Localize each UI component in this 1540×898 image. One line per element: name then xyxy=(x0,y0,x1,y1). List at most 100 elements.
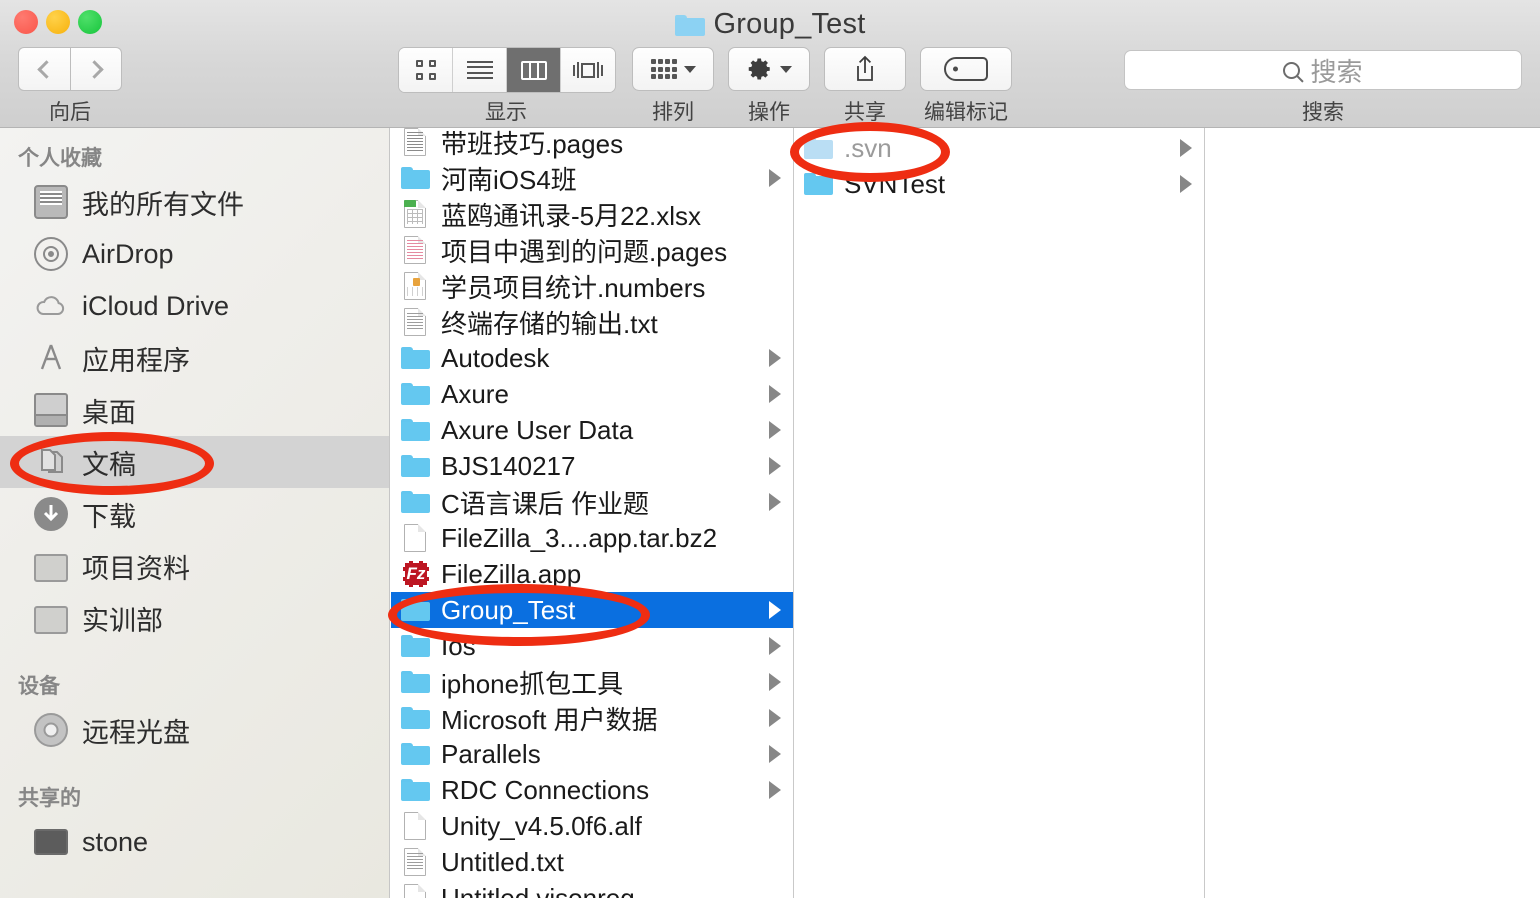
list-view-button[interactable] xyxy=(453,48,507,92)
sidebar-item-label: 桌面 xyxy=(82,397,136,428)
file-row[interactable]: 学员项目统计.numbers xyxy=(391,268,793,304)
search-input[interactable]: 搜索 xyxy=(1124,50,1522,90)
file-name: Axure xyxy=(441,378,509,409)
edit-tags-button[interactable] xyxy=(920,47,1012,91)
disc-icon xyxy=(34,713,68,747)
file-row[interactable]: Axure xyxy=(391,376,793,412)
file-row[interactable]: Microsoft 用户数据 xyxy=(391,700,793,736)
file-row[interactable]: SVNTest xyxy=(794,166,1204,202)
file-row[interactable]: Unity_v4.5.0f6.alf xyxy=(391,808,793,844)
column-group-test[interactable]: .svn SVNTest xyxy=(794,128,1205,898)
file-row[interactable]: Fz FileZilla.app xyxy=(391,556,793,592)
share-icon xyxy=(853,55,877,83)
sidebar-item-stone[interactable]: stone xyxy=(0,816,389,868)
downloads-icon xyxy=(34,497,68,531)
file-row[interactable]: BJS140217 xyxy=(391,448,793,484)
sidebar-item-desktop[interactable]: 桌面 xyxy=(0,384,389,436)
file-row[interactable]: Autodesk xyxy=(391,340,793,376)
search-icon xyxy=(1283,61,1301,79)
folder-icon xyxy=(400,702,432,734)
sidebar[interactable]: 个人收藏 我的所有文件 AirDrop iCloud Drive 应用程序 桌面… xyxy=(0,128,390,898)
sidebar-item-training-dept[interactable]: 实训部 xyxy=(0,592,389,644)
tag-icon xyxy=(944,57,988,81)
file-name: SVNTest xyxy=(844,168,946,199)
file-name: 项目中遇到的问题.pages xyxy=(441,236,728,267)
file-row[interactable]: .svn xyxy=(794,130,1204,166)
file-name: 蓝鸥通讯录-5月22.xlsx xyxy=(441,200,702,231)
action-button[interactable] xyxy=(728,47,810,91)
view-mode-segmented-control[interactable] xyxy=(398,47,616,93)
numbers-file-icon xyxy=(400,270,432,302)
file-name: 学员项目统计.numbers xyxy=(441,272,706,303)
folder-icon xyxy=(400,486,432,518)
folder-icon xyxy=(400,378,432,410)
pages-file-icon xyxy=(400,234,432,266)
folder-icon xyxy=(400,450,432,482)
arrange-button[interactable] xyxy=(632,47,714,91)
file-row[interactable]: RDC Connections xyxy=(391,772,793,808)
column-view-button[interactable] xyxy=(507,48,561,92)
forward-button[interactable] xyxy=(70,47,122,91)
file-row-selected[interactable]: Group_Test xyxy=(391,592,793,628)
sidebar-item-documents[interactable]: 文稿 xyxy=(0,436,389,488)
file-name: 带班技巧.pages xyxy=(441,128,624,159)
back-button[interactable] xyxy=(18,47,70,91)
disclosure-arrow-icon xyxy=(769,385,781,403)
spreadsheet-file-icon xyxy=(400,198,432,230)
file-row[interactable]: 带班技巧.pages xyxy=(391,128,793,160)
sidebar-item-airdrop[interactable]: AirDrop xyxy=(0,228,389,280)
column-preview[interactable] xyxy=(1205,128,1540,898)
file-name: Unity_v4.5.0f6.alf xyxy=(441,810,642,841)
airdrop-icon xyxy=(34,237,68,271)
folder-icon xyxy=(803,168,835,200)
file-row[interactable]: 蓝鸥通讯录-5月22.xlsx xyxy=(391,196,793,232)
sidebar-item-remote-disc[interactable]: 远程光盘 xyxy=(0,704,389,756)
share-caption: 共享 xyxy=(844,101,886,124)
file-row[interactable]: 终端存储的输出.txt xyxy=(391,304,793,340)
coverflow-view-button[interactable] xyxy=(561,48,615,92)
file-name: BJS140217 xyxy=(441,450,576,481)
sidebar-item-label: iCloud Drive xyxy=(82,290,230,321)
file-name: Microsoft 用户数据 xyxy=(441,704,658,735)
sidebar-item-icloud-drive[interactable]: iCloud Drive xyxy=(0,280,389,332)
column-documents[interactable]: 带班技巧.pages 河南iOS4班 蓝鸥通讯录-5月22.xlsx 项目中遇到… xyxy=(391,128,794,898)
file-name: RDC Connections xyxy=(441,774,650,805)
file-name: .svn xyxy=(844,132,892,163)
sidebar-item-downloads[interactable]: 下载 xyxy=(0,488,389,540)
share-button[interactable] xyxy=(824,47,906,91)
file-row[interactable]: FileZilla_3....app.tar.bz2 xyxy=(391,520,793,556)
gear-icon xyxy=(747,56,773,82)
icon-view-button[interactable] xyxy=(399,48,453,92)
file-row[interactable]: 河南iOS4班 xyxy=(391,160,793,196)
file-name: 终端存储的输出.txt xyxy=(441,308,658,339)
disclosure-arrow-icon xyxy=(769,349,781,367)
file-row[interactable]: iphone抓包工具 xyxy=(391,664,793,700)
file-row[interactable]: Axure User Data xyxy=(391,412,793,448)
disclosure-arrow-icon xyxy=(769,421,781,439)
view-caption: 显示 xyxy=(485,101,527,124)
folder-icon xyxy=(34,605,68,634)
disclosure-arrow-icon xyxy=(769,169,781,187)
pages-file-icon xyxy=(400,128,432,158)
sidebar-item-label: stone xyxy=(82,826,149,857)
search-placeholder: 搜索 xyxy=(1310,56,1363,87)
sidebar-item-applications[interactable]: 应用程序 xyxy=(0,332,389,384)
file-row[interactable]: Parallels xyxy=(391,736,793,772)
action-caption: 操作 xyxy=(748,101,790,124)
disclosure-arrow-icon xyxy=(769,709,781,727)
window-toolbar: Group_Test 向后 显示 排列 操作 共享 编辑标记 搜索 搜索 xyxy=(0,0,1540,128)
chevron-down-icon xyxy=(683,65,696,73)
filezilla-app-icon: Fz xyxy=(400,558,432,590)
sidebar-item-project-materials[interactable]: 项目资料 xyxy=(0,540,389,592)
text-file-icon xyxy=(400,306,432,338)
window-title-bar: Group_Test xyxy=(0,6,1540,42)
file-name: 河南iOS4班 xyxy=(441,164,577,195)
file-row[interactable]: Untitled.txt xyxy=(391,844,793,880)
file-row[interactable]: Untitled.vjsonreg xyxy=(391,880,793,898)
navigation-caption: 向后 xyxy=(49,101,91,124)
file-row[interactable]: 项目中遇到的问题.pages xyxy=(391,232,793,268)
sidebar-item-all-my-files[interactable]: 我的所有文件 xyxy=(0,176,389,228)
file-row[interactable]: C语言课后 作业题 xyxy=(391,484,793,520)
search-caption: 搜索 xyxy=(1302,101,1344,124)
file-row[interactable]: Ios xyxy=(391,628,793,664)
